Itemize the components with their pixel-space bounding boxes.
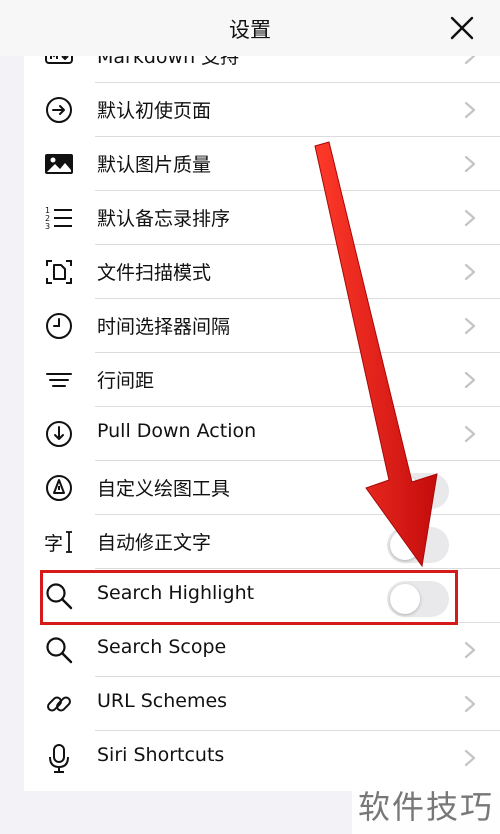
chevron-right-icon	[464, 263, 476, 281]
settings-row-image-quality[interactable]: 默认图片质量	[24, 137, 500, 191]
chevron-right-icon	[464, 371, 476, 389]
navigation-bar: 设置	[0, 0, 500, 56]
settings-row-pull-down-action[interactable]: Pull Down Action	[24, 407, 500, 461]
image-icon	[45, 154, 73, 174]
settings-row-memo-sort[interactable]: 1 2 3 默认备忘录排序	[24, 191, 500, 245]
settings-row-label: 默认图片质量	[97, 154, 212, 176]
chevron-right-icon	[464, 749, 476, 767]
chevron-right-icon	[464, 317, 476, 335]
settings-row-label: URL Schemes	[97, 690, 228, 712]
settings-row-url-schemes[interactable]: URL Schemes	[24, 677, 500, 731]
settings-row-label: Siri Shortcuts	[97, 744, 225, 766]
auto-correct-toggle[interactable]	[387, 527, 449, 563]
settings-row-label: Pull Down Action	[97, 420, 257, 442]
chevron-right-icon	[464, 56, 476, 65]
settings-row-auto-correct: 字 自动修正文字	[24, 515, 500, 569]
toggle-knob	[390, 530, 420, 560]
settings-row-time-picker-interval[interactable]: 时间选择器间隔	[24, 299, 500, 353]
search-icon	[46, 637, 73, 664]
settings-row-label: Search Scope	[97, 636, 227, 658]
line-spacing-icon	[46, 373, 72, 387]
settings-row-label: 文件扫描模式	[97, 262, 212, 284]
chevron-right-icon	[464, 425, 476, 443]
watermark: 软件技巧	[352, 772, 500, 834]
chevron-right-icon	[464, 101, 476, 119]
arrow-circle-right-icon	[46, 97, 72, 123]
annotation-highlight-box	[40, 570, 458, 625]
arrow-circle-down-icon	[46, 421, 72, 447]
pen-nib-icon	[46, 475, 72, 501]
settings-row-label: Markdown 支持	[97, 56, 240, 68]
custom-drawing-tools-toggle[interactable]	[387, 473, 449, 509]
settings-row-label: 默认备忘录排序	[97, 208, 231, 230]
numbered-list-icon: 1 2 3	[45, 206, 72, 231]
settings-row-label: 行间距	[97, 370, 155, 392]
settings-row-search-scope[interactable]: Search Scope	[24, 623, 500, 677]
settings-row-scan-mode[interactable]: 文件扫描模式	[24, 245, 500, 299]
svg-text:字: 字	[44, 533, 63, 555]
settings-row-default-start-page[interactable]: 默认初使页面	[24, 83, 500, 137]
page-title: 设置	[229, 18, 271, 42]
document-scan-icon	[46, 260, 72, 284]
settings-row-markdown[interactable]: Markdown 支持	[24, 56, 500, 83]
svg-text:3: 3	[45, 222, 50, 231]
markdown-icon	[45, 56, 73, 64]
chevron-right-icon	[464, 155, 476, 173]
settings-list: Markdown 支持 默认初使页面 默认图片质量 1 2 3 默认备忘录排序	[24, 56, 500, 791]
settings-row-label: 自动修正文字	[97, 532, 212, 554]
settings-row-label: 默认初使页面	[97, 100, 212, 122]
clock-icon	[46, 313, 72, 339]
chevron-right-icon	[464, 641, 476, 659]
watermark-text: 软件技巧	[358, 788, 495, 826]
settings-row-label: 时间选择器间隔	[97, 316, 231, 338]
text-cursor-icon: 字	[44, 531, 72, 555]
chevron-right-icon	[464, 209, 476, 227]
settings-row-label: 自定义绘图工具	[97, 478, 231, 500]
link-icon	[47, 696, 71, 712]
chevron-right-icon	[464, 695, 476, 713]
toggle-knob	[390, 476, 420, 506]
close-icon[interactable]	[448, 14, 476, 42]
settings-row-line-spacing[interactable]: 行间距	[24, 353, 500, 407]
settings-row-custom-drawing-tools: 自定义绘图工具	[24, 461, 500, 515]
microphone-icon	[49, 744, 69, 773]
